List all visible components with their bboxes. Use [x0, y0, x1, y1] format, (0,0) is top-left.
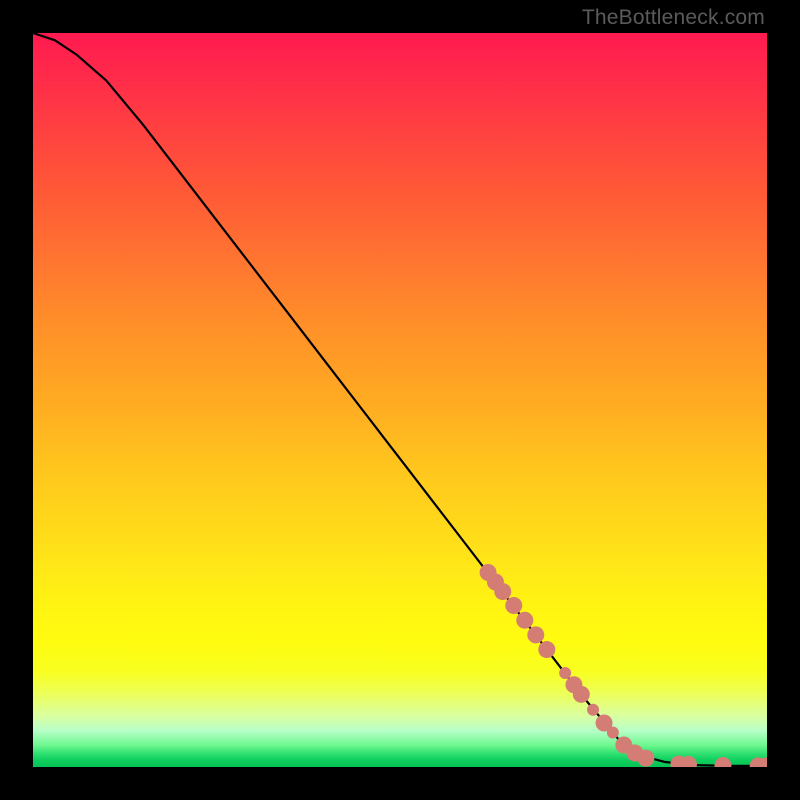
data-point: [527, 626, 544, 643]
data-point: [637, 750, 654, 767]
attribution-label: TheBottleneck.com: [582, 6, 765, 30]
chart-frame: TheBottleneck.com: [0, 0, 800, 800]
data-point: [607, 727, 619, 739]
data-point: [505, 597, 522, 614]
data-point: [587, 704, 599, 716]
data-point: [516, 612, 533, 629]
data-point: [538, 641, 555, 658]
bottleneck-curve-line: [33, 33, 767, 766]
data-point: [714, 757, 731, 767]
data-point: [573, 686, 590, 703]
highlighted-points-group: [480, 564, 767, 767]
data-point: [559, 667, 571, 679]
data-point: [494, 583, 511, 600]
curve-layer: [33, 33, 767, 767]
plot-area: [33, 33, 767, 767]
